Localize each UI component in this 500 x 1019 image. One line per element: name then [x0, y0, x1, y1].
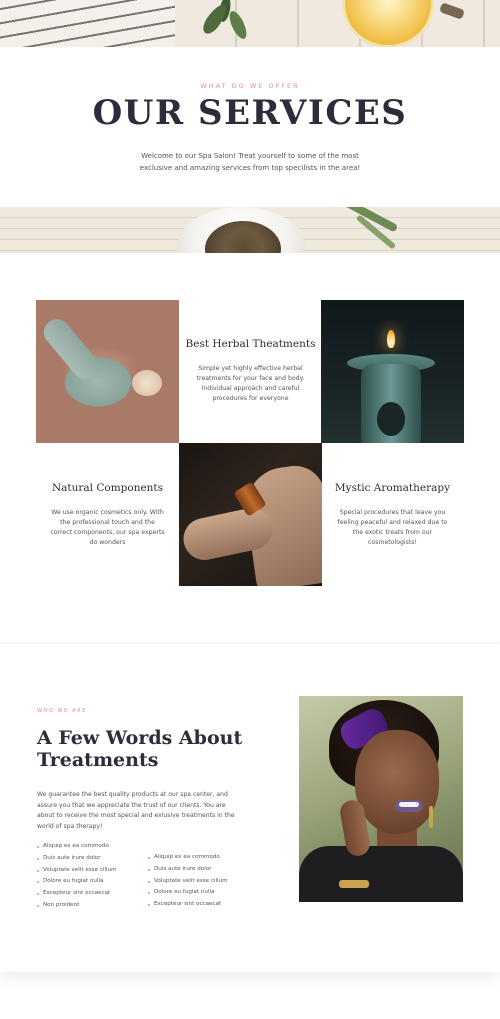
- smiling-woman-portrait: [299, 696, 463, 902]
- candle-flame: [387, 330, 395, 348]
- service-card-title: Mystic Aromatherapy: [334, 482, 451, 494]
- list-item: Excepteur sint occaecat: [37, 888, 117, 900]
- smile: [399, 802, 419, 807]
- service-card-description: Special procedures that leave you feelin…: [337, 509, 448, 546]
- features-list-left: Aliquip ex ea commodo Duis aute irure do…: [37, 841, 117, 912]
- face: [355, 730, 439, 834]
- about-text: We guarantee the best quality products a…: [37, 791, 235, 830]
- service-card-aromatherapy: Mystic Aromatherapy Special procedures t…: [321, 482, 464, 548]
- features-list-right: Aliquip ex ea commodo Duis aute irure do…: [148, 852, 228, 911]
- service-card-natural: Natural Components We use organic cosmet…: [36, 482, 179, 548]
- list-item: Dolore eu fugiat nulla: [37, 876, 117, 888]
- list-item: Dolore eu fugiat nulla: [148, 887, 228, 899]
- herbs-banner-image: [0, 207, 500, 253]
- hero-banner-image: [0, 0, 500, 47]
- list-item: Voluptate velit esse cillum: [148, 876, 228, 888]
- black-shirt: [299, 846, 463, 902]
- list-item: Non proident: [37, 900, 117, 912]
- list-item: Aliquip ex ea commodo: [37, 841, 117, 853]
- list-item: Aliquip ex ea commodo: [148, 852, 228, 864]
- services-intro: Welcome to our Spa Salon! Treat yourself…: [139, 152, 361, 172]
- service-card-description: We use organic cosmetics only. With the …: [50, 509, 165, 546]
- list-item: Excepteur sint occaecat: [148, 899, 228, 911]
- rose-petals: [132, 370, 162, 396]
- about-title: A Few Words About Treatments: [37, 727, 243, 771]
- pestle: [38, 313, 104, 385]
- service-card-title: Natural Components: [51, 482, 164, 494]
- about-eyebrow: WHO WE ARE: [37, 708, 87, 714]
- service-card-herbal: Best Herbal Theatments Simple yet highly…: [179, 338, 322, 404]
- list-item: Duis aute irure dolor: [148, 864, 228, 876]
- list-item: Voluptate velit esse cillum: [37, 865, 117, 877]
- earring: [429, 806, 433, 828]
- service-card-description: Simple yet highly effective herbal treat…: [196, 365, 305, 402]
- dropper-bottle-image: [179, 443, 322, 586]
- services-eyebrow: WHAT DO WE OFFER: [200, 82, 300, 90]
- mortar-pestle-image: [36, 300, 179, 443]
- candle-oil-burner-image: [321, 300, 464, 443]
- burner-opening: [377, 402, 405, 436]
- striped-towel: [0, 0, 175, 47]
- service-card-title: Best Herbal Theatments: [185, 338, 316, 350]
- services-title: OUR SERVICES: [92, 93, 408, 133]
- gold-bracelet: [339, 880, 369, 888]
- list-item: Duis aute irure dolor: [37, 853, 117, 865]
